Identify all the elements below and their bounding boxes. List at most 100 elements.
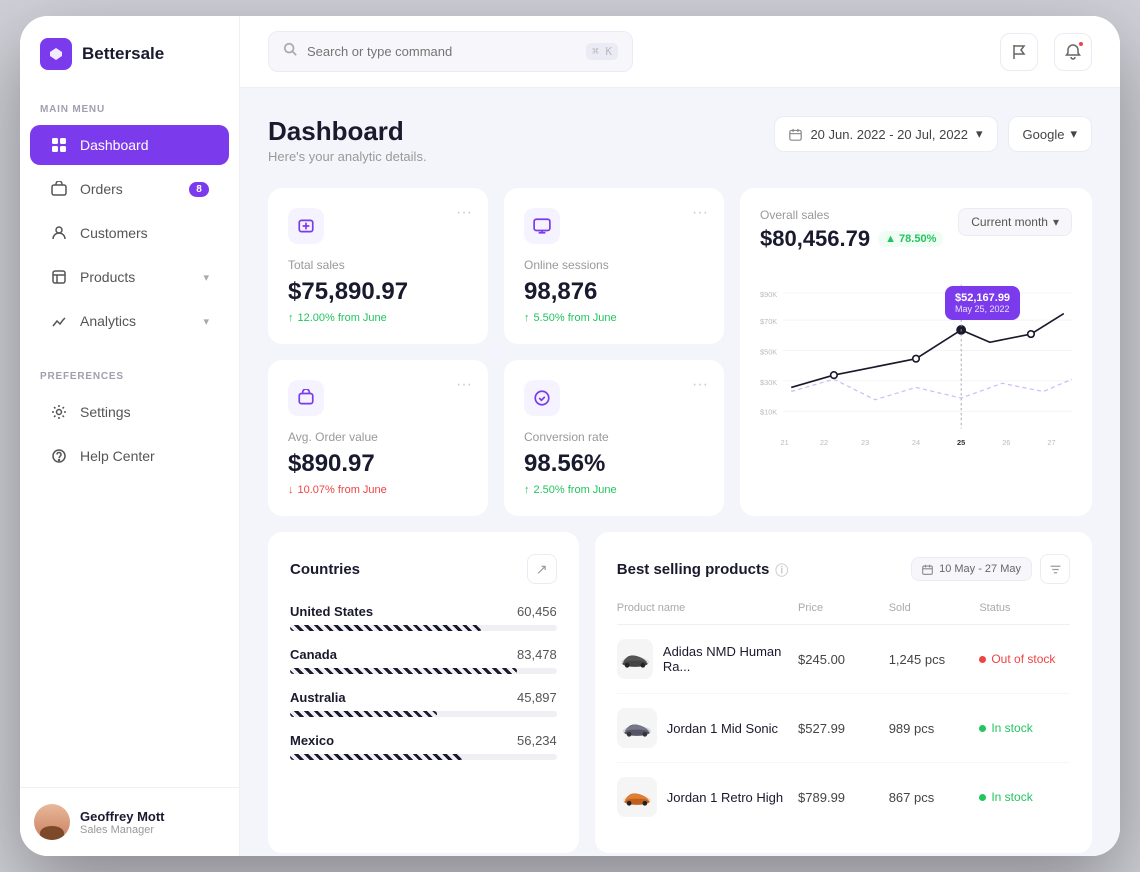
search-kbd: ⌘ K: [586, 43, 618, 60]
product-2-thumb: [617, 708, 657, 748]
page-title: Dashboard: [268, 116, 427, 147]
product-3-status: In stock: [979, 790, 1070, 804]
country-item-mx: Mexico 56,234: [290, 733, 557, 760]
countries-card: Countries ↗ United States 60,456: [268, 532, 579, 853]
preferences-label: PREFERENCES: [20, 355, 239, 390]
conversion-menu[interactable]: ···: [692, 376, 708, 394]
svg-text:$30K: $30K: [760, 378, 777, 387]
svg-text:$90K: $90K: [760, 290, 777, 299]
svg-text:26: 26: [1002, 438, 1010, 447]
svg-text:22: 22: [820, 438, 828, 447]
avg-order-change: ↓ 10.07% from June: [288, 484, 468, 496]
search-input[interactable]: [307, 44, 576, 59]
down-arrow-icon: ↓: [288, 484, 294, 496]
info-icon: ⓘ: [775, 560, 788, 579]
main-content: Dashboard Here's your analytic details. …: [240, 88, 1120, 856]
products-title-text: Best selling products: [617, 561, 770, 578]
logo-icon: [40, 38, 72, 70]
date-picker-chevron-icon: ▾: [976, 126, 983, 142]
customers-icon: [50, 224, 68, 242]
main-menu-label: MAIN MENU: [20, 88, 239, 123]
conversion-card: ··· Conversion rate 98.56% ↑: [504, 360, 724, 516]
flag-button[interactable]: [1000, 33, 1038, 71]
best-selling-products-card: Best selling products ⓘ 10 May - 27 May: [595, 532, 1092, 853]
svg-text:$10K: $10K: [760, 408, 777, 417]
orders-badge: 8: [189, 182, 209, 197]
date-picker-button[interactable]: 20 Jun. 2022 - 20 Jul, 2022 ▾: [774, 116, 997, 152]
total-sales-change: ↑ 12.00% from June: [288, 312, 468, 324]
up-arrow-icon: ↑: [288, 312, 294, 324]
countries-expand-button[interactable]: ↗: [527, 554, 557, 584]
overall-sales-badge: ▲ 78.50%: [878, 231, 943, 247]
sidebar-item-settings[interactable]: Settings: [30, 392, 229, 432]
app-name: Bettersale: [82, 44, 164, 64]
country-item-au: Australia 45,897: [290, 690, 557, 717]
total-sales-card: ··· Total sales $75,890.97 ↑: [268, 188, 488, 344]
sidebar-item-help[interactable]: Help Center: [30, 436, 229, 476]
search-icon: [283, 42, 297, 61]
sidebar-item-orders[interactable]: Orders 8: [30, 169, 229, 209]
avg-order-label: Avg. Order value: [288, 430, 468, 444]
orders-icon: [50, 180, 68, 198]
conversion-value: 98.56%: [524, 450, 704, 478]
sidebar-item-customers[interactable]: Customers: [30, 213, 229, 253]
product-row-3: Jordan 1 Retro High $789.99 867 pcs In s…: [617, 763, 1070, 831]
period-chevron-icon: ▾: [1053, 215, 1059, 229]
sidebar-item-products-label: Products: [80, 269, 135, 285]
user-profile[interactable]: Geoffrey Mott Sales Manager: [20, 787, 239, 856]
overall-sales-label: Overall sales: [760, 208, 943, 222]
source-button[interactable]: Google ▾: [1008, 116, 1092, 152]
sessions-icon: [524, 208, 560, 244]
avg-order-value: $890.97: [288, 450, 468, 478]
products-table-header: Product name Price Sold Status: [617, 602, 1070, 625]
products-icon: [50, 268, 68, 286]
svg-text:24: 24: [912, 438, 920, 447]
sidebar-item-customers-label: Customers: [80, 225, 148, 241]
sessions-value: 98,876: [524, 278, 704, 306]
date-range-label: 20 Jun. 2022 - 20 Jul, 2022: [810, 127, 968, 142]
avg-order-menu[interactable]: ···: [456, 376, 472, 394]
total-sales-label: Total sales: [288, 258, 468, 272]
country-item-ca: Canada 83,478: [290, 647, 557, 674]
topbar: ⌘ K: [240, 16, 1120, 88]
products-chevron-icon: ▾: [203, 271, 209, 284]
page-header: Dashboard Here's your analytic details. …: [268, 116, 1092, 164]
svg-text:23: 23: [861, 438, 869, 447]
sidebar-item-dashboard-label: Dashboard: [80, 137, 149, 153]
online-sessions-card: ··· Online sessions 98,876 ↑: [504, 188, 724, 344]
conversion-label: Conversion rate: [524, 430, 704, 444]
overall-sales-value: $80,456.79: [760, 226, 870, 252]
total-sales-menu[interactable]: ···: [456, 204, 472, 222]
products-filter-button[interactable]: [1040, 554, 1070, 584]
sidebar-item-dashboard[interactable]: Dashboard: [30, 125, 229, 165]
help-icon: [50, 447, 68, 465]
sidebar-item-analytics[interactable]: Analytics ▾: [30, 301, 229, 341]
overall-sales-card: Overall sales $80,456.79 ▲ 78.50% Curren…: [740, 188, 1092, 516]
svg-text:25: 25: [957, 438, 965, 447]
sidebar-logo: Bettersale: [20, 16, 239, 88]
period-button[interactable]: Current month ▾: [958, 208, 1072, 236]
countries-title: Countries: [290, 561, 360, 578]
source-chevron-icon: ▾: [1070, 126, 1077, 142]
search-bar[interactable]: ⌘ K: [268, 31, 633, 72]
total-sales-icon: [288, 208, 324, 244]
notifications-button[interactable]: [1054, 33, 1092, 71]
dashboard-icon: [50, 136, 68, 154]
page-subtitle: Here's your analytic details.: [268, 149, 427, 164]
notification-dot: [1077, 40, 1085, 48]
sidebar-item-products[interactable]: Products ▾: [30, 257, 229, 297]
sessions-change: ↑ 5.50% from June: [524, 312, 704, 324]
product-3-thumb: [617, 777, 657, 817]
product-1-status: Out of stock: [979, 652, 1070, 666]
settings-icon: [50, 403, 68, 421]
analytics-chevron-icon: ▾: [203, 315, 209, 328]
sidebar-item-settings-label: Settings: [80, 404, 131, 420]
conversion-change: ↑ 2.50% from June: [524, 484, 704, 496]
sidebar-item-orders-label: Orders: [80, 181, 123, 197]
user-name: Geoffrey Mott: [80, 809, 225, 824]
sessions-menu[interactable]: ···: [692, 204, 708, 222]
products-date-range: 10 May - 27 May: [911, 557, 1032, 581]
svg-text:$70K: $70K: [760, 317, 777, 326]
total-sales-value: $75,890.97: [288, 278, 468, 306]
user-info: Geoffrey Mott Sales Manager: [80, 809, 225, 836]
